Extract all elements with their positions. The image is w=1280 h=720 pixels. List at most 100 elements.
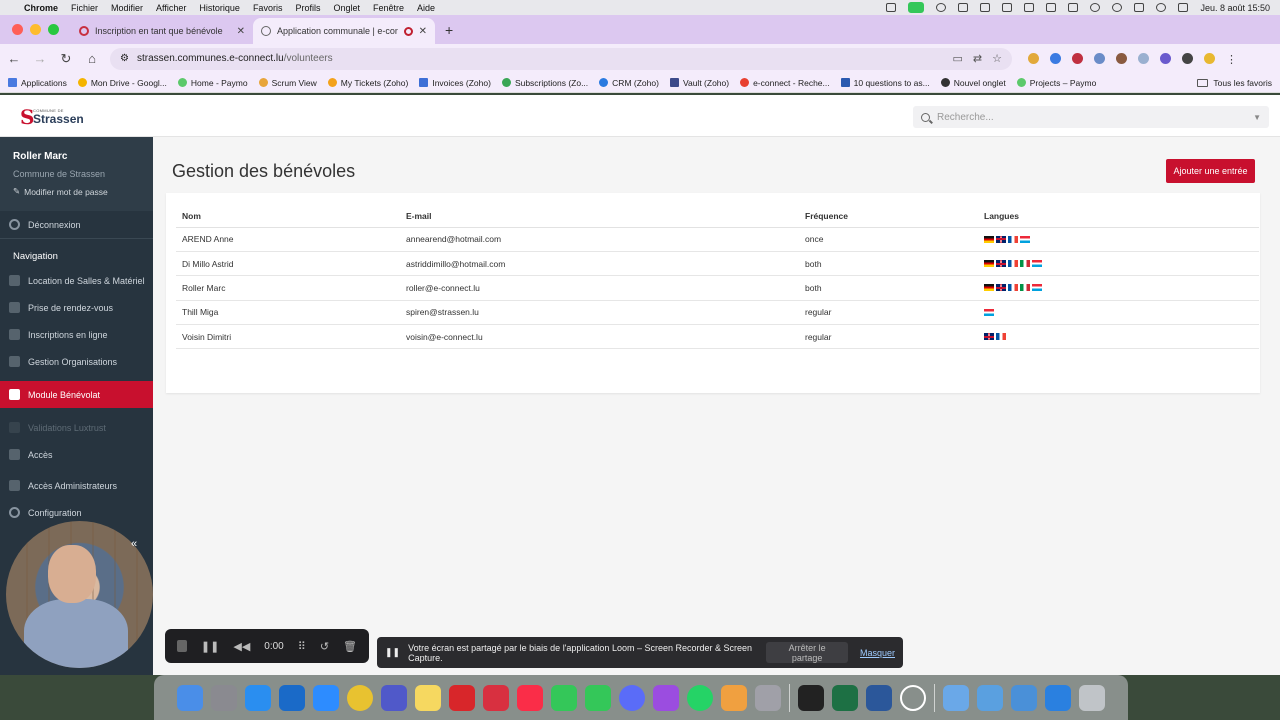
profile-avatar[interactable]	[1204, 53, 1215, 64]
outlook-icon[interactable]	[279, 684, 305, 711]
forward-button[interactable]: →	[32, 51, 48, 66]
extension-loom-icon[interactable]	[1072, 53, 1083, 64]
bookmark-scrum[interactable]: Scrum View	[258, 78, 317, 88]
bookmark-paymo-home[interactable]: Home - Paymo	[177, 78, 248, 88]
close-tab-icon[interactable]: ✕	[419, 26, 427, 37]
extension-brown-icon[interactable]	[1116, 53, 1127, 64]
reload-button[interactable]: ↻	[58, 51, 74, 67]
menu-modifier[interactable]: Modifier	[111, 3, 143, 13]
bookmark-tickets[interactable]: My Tickets (Zoho)	[327, 78, 408, 88]
battery-level-icon[interactable]	[1068, 3, 1079, 12]
table-row[interactable]: Voisin Dimitri voisin@e-connect.lu regular	[176, 324, 1259, 350]
teams-icon[interactable]	[381, 684, 407, 711]
menu-chrome[interactable]: Chrome	[24, 3, 58, 13]
excel-icon[interactable]	[832, 684, 858, 711]
search-input[interactable]	[937, 111, 1247, 123]
extension-cookie-icon[interactable]	[1028, 53, 1039, 64]
search-box[interactable]: ▼	[913, 106, 1269, 128]
sidebar-item-benevolat[interactable]: Module Bénévolat	[0, 381, 153, 408]
site-info-icon[interactable]: ⚙	[120, 53, 129, 64]
chrome-menu-icon[interactable]: ⋮	[1226, 53, 1237, 66]
acrobat-icon[interactable]	[449, 684, 475, 711]
drag-handle-icon[interactable]: ⠿	[298, 640, 306, 653]
add-entry-button[interactable]: Ajouter une entrée	[1166, 159, 1255, 183]
bookmark-econnect[interactable]: e-connect - Reche...	[740, 78, 830, 88]
stop-sharing-button[interactable]: Arrêter le partage	[766, 642, 848, 663]
system-settings-icon[interactable]	[211, 684, 237, 711]
restart-icon[interactable]: ↺	[320, 640, 329, 653]
messages-icon[interactable]	[585, 684, 611, 711]
bluetooth-icon[interactable]	[1046, 3, 1057, 12]
bookmark-paymo-projects[interactable]: Projects – Paymo	[1016, 78, 1096, 88]
volume-icon[interactable]	[980, 3, 991, 12]
pause-icon[interactable]: ❚❚	[201, 640, 219, 653]
bookmark-star-icon[interactable]: ☆	[992, 52, 1002, 65]
back-button[interactable]: ←	[6, 51, 22, 66]
zoom-window-button[interactable]	[48, 24, 59, 35]
wifi-icon[interactable]	[1090, 3, 1101, 12]
app-store-icon[interactable]	[245, 684, 271, 711]
minimize-window-button[interactable]	[30, 24, 41, 35]
table-row[interactable]: AREND Anne annearend@hotmail.com once	[176, 227, 1259, 252]
finder-icon[interactable]	[177, 684, 203, 711]
all-bookmarks[interactable]: Tous les favoris	[1197, 78, 1272, 88]
focus-icon[interactable]	[936, 3, 947, 12]
bookmark-invoices[interactable]: Invoices (Zoho)	[419, 78, 491, 88]
table-row[interactable]: Roller Marc roller@e-connect.lu both	[176, 275, 1259, 301]
battery-icon[interactable]	[1024, 3, 1035, 12]
logout-button[interactable]: Déconnexion	[0, 211, 153, 238]
rewind-icon[interactable]: ◀◀	[233, 640, 250, 653]
extension-translate-icon[interactable]	[1094, 53, 1105, 64]
keyboard-icon[interactable]	[1134, 3, 1145, 12]
menu-afficher[interactable]: Afficher	[156, 3, 186, 13]
bookmark-subscriptions[interactable]: Subscriptions (Zo...	[501, 78, 588, 88]
terminal-icon[interactable]	[798, 684, 824, 711]
close-tab-icon[interactable]: ✕	[237, 26, 245, 37]
bookmark-crm[interactable]: CRM (Zoho)	[599, 78, 659, 88]
column-frequency[interactable]: Fréquence	[799, 205, 978, 228]
photos-icon[interactable]	[721, 684, 747, 711]
user-icon[interactable]	[1112, 3, 1123, 12]
control-center-icon[interactable]	[1178, 3, 1189, 12]
menu-onglet[interactable]: Onglet	[333, 3, 360, 13]
translate-icon[interactable]: ⇄	[973, 52, 982, 65]
sidebar-item-inscriptions[interactable]: Inscriptions en ligne	[0, 321, 153, 348]
sidebar-item-acces[interactable]: Accès	[0, 441, 153, 468]
extension-gear-icon[interactable]	[1160, 53, 1171, 64]
messenger-icon[interactable]	[619, 684, 645, 711]
column-languages[interactable]: Langues	[978, 205, 1259, 228]
circle-app-icon[interactable]	[900, 684, 926, 711]
display-icon[interactable]	[958, 3, 969, 12]
sidebar-item-admins[interactable]: Accès Administrateurs	[0, 472, 153, 499]
microphone-icon[interactable]	[886, 3, 897, 12]
sidebar-item-luxtrust[interactable]: Validations Luxtrust	[0, 414, 153, 441]
word-icon[interactable]	[866, 684, 892, 711]
menu-fichier[interactable]: Fichier	[71, 3, 98, 13]
facetime-app-icon[interactable]	[551, 684, 577, 711]
new-tab-button[interactable]: +	[435, 22, 463, 38]
whatsapp-icon[interactable]	[687, 684, 713, 711]
change-password-link[interactable]: ✎ Modifier mot de passe	[13, 186, 140, 197]
column-email[interactable]: E-mail	[400, 205, 799, 228]
home-button[interactable]: ⌂	[84, 51, 100, 66]
screenshot-folder-icon[interactable]	[1045, 684, 1071, 711]
sidebar-item-organisations[interactable]: Gestion Organisations	[0, 348, 153, 375]
extension-grid-icon[interactable]	[1138, 53, 1149, 64]
downloads-folder-icon[interactable]	[977, 684, 1003, 711]
applications-folder-icon[interactable]	[943, 684, 969, 711]
table-row[interactable]: Thill Miga spiren@strassen.lu regular	[176, 300, 1259, 326]
extension-diamond-icon[interactable]	[1050, 53, 1061, 64]
column-name[interactable]: Nom	[176, 205, 400, 228]
screen-mirror-icon[interactable]	[1002, 3, 1013, 12]
sidebar-item-rendez-vous[interactable]: Prise de rendez-vous	[0, 294, 153, 321]
bookmark-applications[interactable]: Applications	[8, 78, 67, 88]
bookmark-vault[interactable]: Vault (Zoho)	[669, 78, 729, 88]
collapse-sidebar-icon[interactable]: «	[131, 538, 137, 550]
tab-application[interactable]: Application communale | e-connect ✕	[253, 18, 435, 44]
bookmark-10-questions[interactable]: 10 questions to as...	[840, 78, 930, 88]
trash-bin-icon[interactable]	[1079, 684, 1105, 711]
tab-inscription[interactable]: Inscription en tant que bénévole ✕	[71, 18, 253, 44]
hide-link[interactable]: Masquer	[860, 648, 895, 658]
bookmark-drive[interactable]: Mon Drive - Googl...	[77, 78, 167, 88]
strassen-logo[interactable]: S COMMUNE DE Strassen	[20, 107, 84, 127]
